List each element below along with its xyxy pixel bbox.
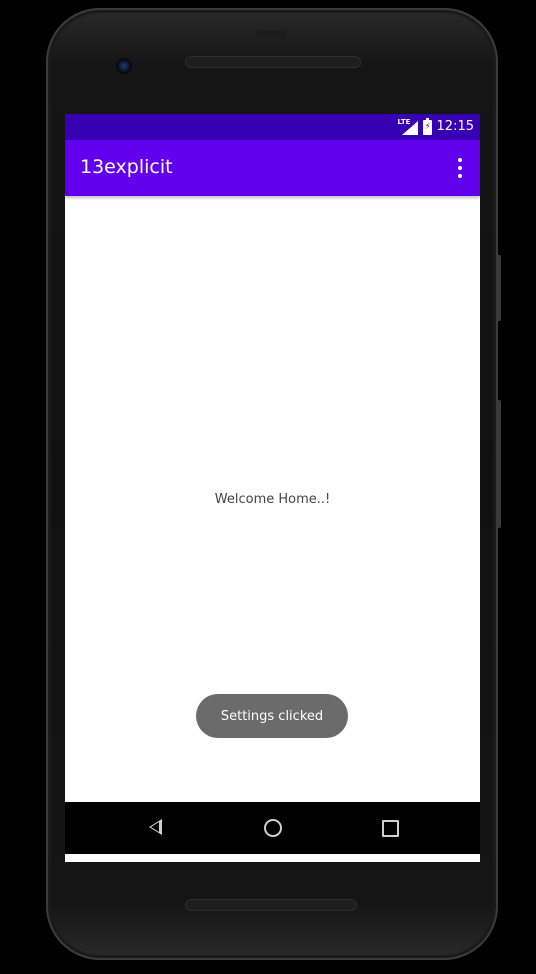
toast-message: Settings clicked bbox=[196, 694, 348, 738]
front-camera bbox=[116, 58, 132, 74]
volume-rocker bbox=[496, 400, 501, 528]
app-title: 13explicit bbox=[80, 156, 173, 178]
status-icons: LTE ⚡ 12:15 bbox=[398, 117, 474, 136]
navigation-bar bbox=[65, 802, 480, 854]
back-icon[interactable] bbox=[149, 819, 162, 835]
status-time: 12:15 bbox=[436, 119, 474, 134]
home-icon[interactable] bbox=[264, 819, 282, 837]
power-button bbox=[496, 255, 501, 321]
proximity-sensor bbox=[256, 30, 286, 38]
lte-signal-icon: LTE bbox=[398, 119, 418, 135]
bottom-speaker bbox=[185, 899, 357, 911]
status-bar: LTE ⚡ 12:15 bbox=[65, 114, 480, 140]
device-frame: LTE ⚡ 12:15 13explicit Welcome Home..! S… bbox=[0, 0, 536, 974]
more-vert-icon[interactable] bbox=[452, 156, 468, 180]
earpiece-speaker bbox=[185, 56, 361, 68]
battery-charging-icon: ⚡ bbox=[422, 117, 432, 135]
device-screen: LTE ⚡ 12:15 13explicit Welcome Home..! S… bbox=[65, 114, 480, 862]
app-bar: 13explicit bbox=[65, 140, 480, 196]
welcome-text: Welcome Home..! bbox=[214, 492, 331, 507]
recents-icon[interactable] bbox=[382, 820, 399, 837]
